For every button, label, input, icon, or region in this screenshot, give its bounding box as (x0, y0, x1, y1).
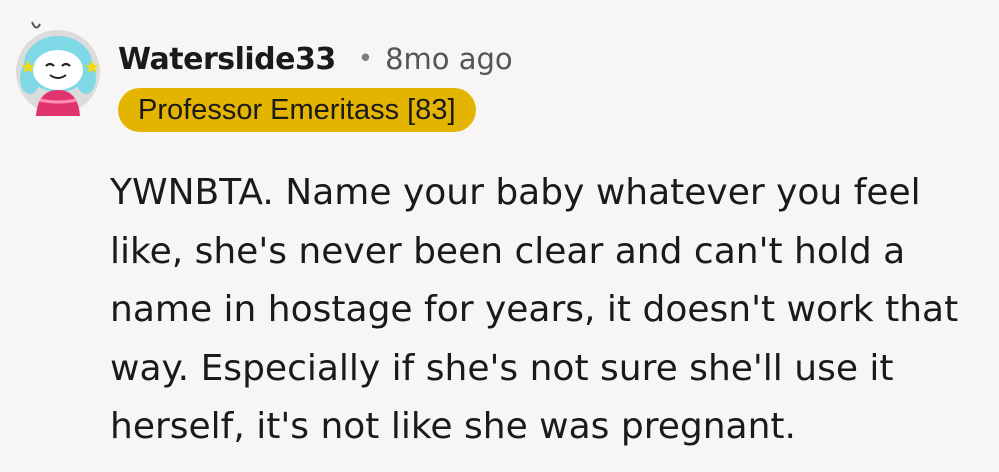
comment-body: YWNBTA. Name your baby whatever you feel… (110, 164, 990, 457)
comment: Waterslide33 • 8mo ago Professor Emerita… (0, 0, 999, 472)
comment-body-line: way. Especially if she's not sure she'll… (110, 347, 894, 389)
user-flair: Professor Emeritass [83] (118, 88, 476, 132)
comment-body-line: herself, it's not like she was pregnant. (110, 406, 796, 447)
comment-meta: Waterslide33 • 8mo ago (118, 30, 513, 88)
comment-body-line: YWNBTA. Name your baby whatever you feel (110, 172, 921, 213)
timestamp[interactable]: 8mo ago (385, 42, 513, 76)
meta-separator: • (357, 44, 374, 74)
username-link[interactable]: Waterslide33 (118, 42, 336, 77)
comment-body-line: like, she's never been clear and can't h… (110, 230, 906, 272)
comment-body-line: name in hostage for years, it doesn't wo… (110, 289, 959, 330)
user-avatar-icon[interactable] (10, 20, 106, 116)
